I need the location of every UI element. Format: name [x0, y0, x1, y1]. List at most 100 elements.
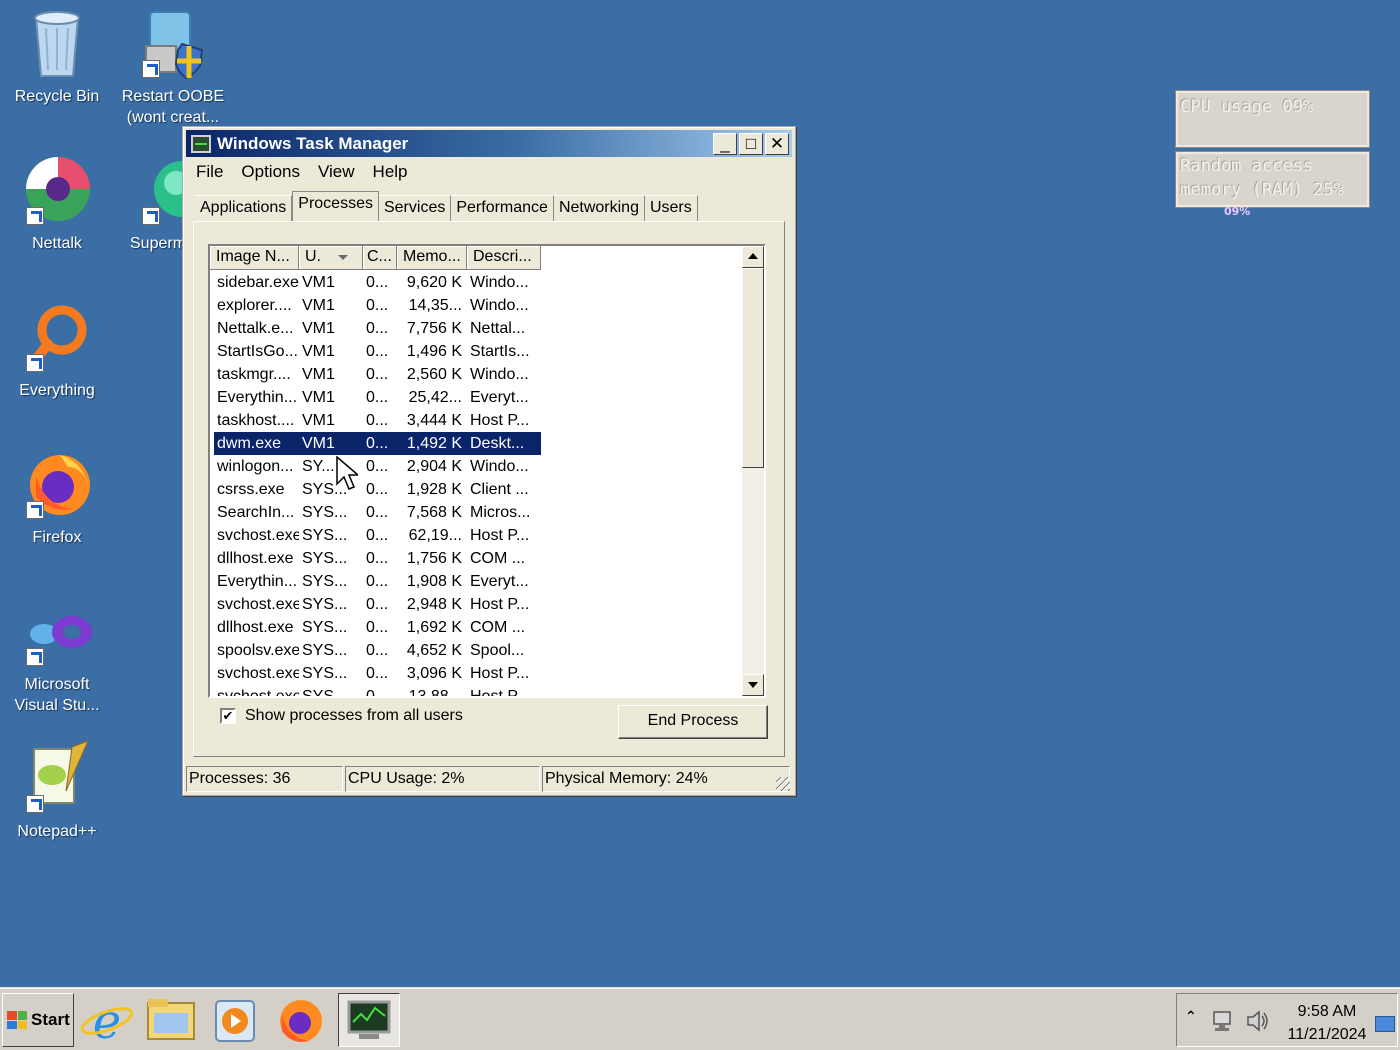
- process-row[interactable]: Everythin... VM1 0... 25,42... Everyt...: [214, 386, 541, 409]
- image-name-cell: SearchIn...: [217, 504, 295, 521]
- process-row[interactable]: svchost.exe SYS... 0... 2,948 K Host P...: [214, 593, 541, 616]
- tab-strip: Applications Processes Services Performa…: [195, 191, 698, 221]
- taskbar-firefox[interactable]: [270, 993, 332, 1047]
- description-cell: Client ...: [470, 481, 529, 498]
- minimize-button[interactable]: _: [713, 133, 737, 155]
- desktop-icon-nettalk[interactable]: Nettalk: [2, 153, 112, 254]
- user-name-cell: SYS...: [302, 688, 348, 698]
- description-cell: Windo...: [470, 458, 529, 475]
- memory-cell: 1,756 K: [406, 550, 462, 567]
- start-button[interactable]: Start: [2, 993, 74, 1047]
- process-row[interactable]: dwm.exe VM1 0... 1,492 K Deskt...: [214, 432, 541, 455]
- process-row[interactable]: sidebar.exe VM1 0... 9,620 K Windo...: [214, 271, 541, 294]
- tab-processes[interactable]: Processes: [292, 191, 379, 221]
- column-user-name[interactable]: U.: [299, 246, 363, 270]
- column-image-name[interactable]: Image N...: [210, 246, 299, 270]
- process-row[interactable]: dllhost.exe SYS... 0... 1,692 K COM ...: [214, 616, 541, 639]
- menu-bar: File Options View Help: [187, 161, 417, 183]
- process-row[interactable]: dllhost.exe SYS... 0... 1,756 K COM ...: [214, 547, 541, 570]
- desktop-icon-label: Everything: [19, 382, 95, 399]
- process-row[interactable]: svchost.exe SYS... 0... 62,19... Host P...: [214, 524, 541, 547]
- show-hidden-icons-icon[interactable]: ⌃: [1185, 1008, 1197, 1025]
- description-cell: Everyt...: [470, 389, 529, 406]
- maximize-button[interactable]: □: [739, 133, 763, 155]
- process-list-header: Image N... U. C... Memo... Descri...: [210, 246, 541, 270]
- scroll-thumb[interactable]: [742, 268, 764, 468]
- description-cell: Windo...: [470, 366, 529, 383]
- desktop-icon-label: Restart OOBE (wont creat...: [121, 88, 225, 126]
- tab-performance[interactable]: Performance: [451, 195, 554, 221]
- menu-file[interactable]: File: [187, 161, 232, 183]
- process-row[interactable]: spoolsv.exe SYS... 0... 4,652 K Spool...: [214, 639, 541, 662]
- description-cell: COM ...: [470, 619, 526, 636]
- close-button[interactable]: ✕: [765, 133, 789, 155]
- ram-usage-gadget[interactable]: Random access memory (RAM) 25%: [1175, 151, 1370, 208]
- shortcut-arrow-icon: [26, 648, 44, 666]
- taskbar-task-manager[interactable]: [338, 993, 400, 1047]
- menu-help[interactable]: Help: [364, 161, 417, 183]
- column-memory[interactable]: Memo...: [397, 246, 467, 270]
- gadget-sub-label: 09%: [1224, 205, 1251, 218]
- desktop-icon-everything[interactable]: Everything: [2, 300, 112, 401]
- process-row[interactable]: taskhost.... VM1 0... 3,444 K Host P...: [214, 409, 541, 432]
- scroll-up-button[interactable]: [742, 246, 764, 268]
- media-player-icon: [215, 1000, 255, 1042]
- firefox-icon: [22, 447, 92, 521]
- resize-grip[interactable]: [776, 777, 790, 791]
- user-name-cell: VM1: [302, 343, 335, 360]
- desktop-icon-recycle-bin[interactable]: Recycle Bin: [2, 6, 112, 107]
- process-row[interactable]: StartIsGo... VM1 0... 1,496 K StartIs...: [214, 340, 541, 363]
- taskbar-file-explorer[interactable]: [140, 993, 202, 1047]
- process-row[interactable]: explorer.... VM1 0... 14,35... Windo...: [214, 294, 541, 317]
- process-row[interactable]: csrss.exe SYS... 0... 1,928 K Client ...: [214, 478, 541, 501]
- status-physical-memory: Physical Memory: 24%: [542, 766, 790, 792]
- memory-cell: 7,568 K: [406, 504, 462, 521]
- tab-users[interactable]: Users: [644, 195, 698, 221]
- process-row[interactable]: winlogon... SY... 0... 2,904 K Windo...: [214, 455, 541, 478]
- show-desktop-button[interactable]: [1375, 1016, 1395, 1032]
- image-name-cell: svchost.exe: [217, 527, 299, 544]
- taskbar: Start e ⌃ 9:58 AM 11/21/2024: [0, 988, 1400, 1050]
- vertical-scrollbar[interactable]: [742, 246, 764, 696]
- shortcut-arrow-icon: [26, 207, 44, 225]
- description-cell: COM ...: [470, 550, 526, 567]
- desktop-icon-notepad-plus-plus[interactable]: Notepad++: [2, 740, 112, 842]
- process-row[interactable]: Everythin... SYS... 0... 1,908 K Everyt...: [214, 570, 541, 593]
- column-description[interactable]: Descri...: [467, 246, 541, 270]
- taskbar-media-player[interactable]: [204, 993, 266, 1047]
- menu-view[interactable]: View: [309, 161, 364, 183]
- desktop-icon-firefox[interactable]: Firefox: [2, 447, 112, 548]
- show-all-users-checkbox[interactable]: ✔: [220, 708, 236, 724]
- process-list[interactable]: Image N... U. C... Memo... Descri... sid…: [208, 244, 766, 698]
- menu-options[interactable]: Options: [232, 161, 309, 183]
- tab-services[interactable]: Services: [378, 195, 452, 221]
- volume-icon[interactable]: [1245, 1008, 1271, 1034]
- title-bar[interactable]: Windows Task Manager _ □ ✕: [186, 130, 792, 157]
- clock[interactable]: 9:58 AM 11/21/2024: [1277, 1000, 1377, 1046]
- show-all-users-option[interactable]: ✔ Show processes from all users: [220, 707, 463, 725]
- end-process-button[interactable]: End Process: [618, 705, 768, 739]
- user-name-cell: SYS...: [302, 642, 348, 659]
- desktop-icon-visual-studio[interactable]: Microsoft Visual Stu...: [2, 594, 112, 716]
- process-row[interactable]: svchost.exe SYS... 0... 3,096 K Host P...: [214, 662, 541, 685]
- memory-cell: 7,756 K: [406, 320, 462, 337]
- scroll-down-button[interactable]: [742, 674, 764, 696]
- column-cpu[interactable]: C...: [363, 246, 397, 270]
- image-name-cell: spoolsv.exe: [217, 642, 299, 659]
- process-row[interactable]: taskmgr.... VM1 0... 2,560 K Windo...: [214, 363, 541, 386]
- cpu-cell: 0...: [366, 320, 389, 337]
- process-row[interactable]: Nettalk.e... VM1 0... 7,756 K Nettal...: [214, 317, 541, 340]
- process-row[interactable]: svchost.exe SYS... 0... 13,88... Host P...: [214, 685, 541, 698]
- cpu-usage-gadget[interactable]: CPU usage 09%: [1175, 90, 1370, 148]
- memory-cell: 1,496 K: [406, 343, 462, 360]
- cpu-cell: 0...: [366, 389, 389, 406]
- desktop-icon-restart-oobe[interactable]: Restart OOBE (wont creat...: [118, 6, 228, 128]
- process-row[interactable]: SearchIn... SYS... 0... 7,568 K Micros...: [214, 501, 541, 524]
- network-icon[interactable]: [1211, 1008, 1237, 1034]
- nettalk-icon: [22, 153, 92, 227]
- tab-networking[interactable]: Networking: [553, 195, 645, 221]
- cpu-cell: 0...: [366, 435, 389, 452]
- user-name-cell: SYS...: [302, 527, 348, 544]
- taskbar-internet-explorer[interactable]: e: [76, 993, 138, 1050]
- tab-applications[interactable]: Applications: [195, 195, 293, 221]
